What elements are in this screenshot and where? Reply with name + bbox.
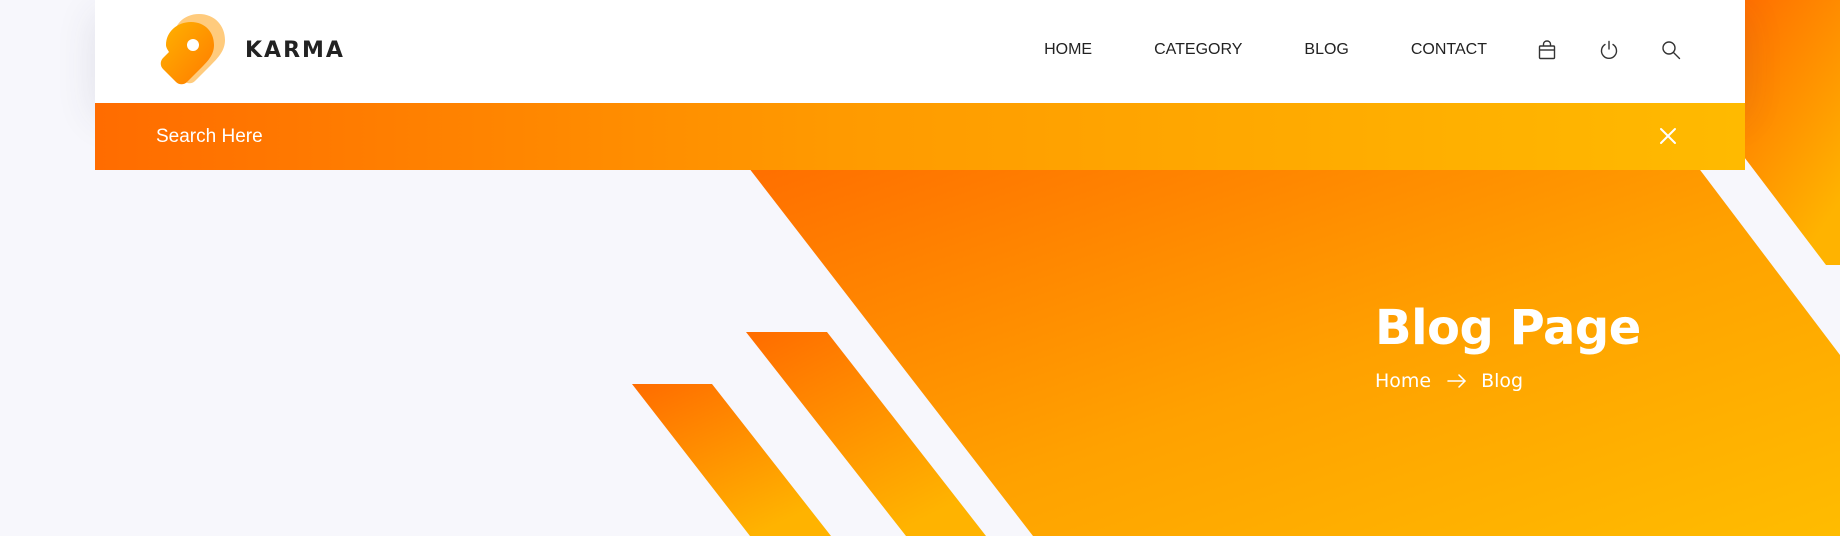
breadcrumb-current[interactable]: Blog [1481, 370, 1523, 392]
nav-item-home[interactable]: HOME [1044, 41, 1092, 59]
breadcrumb-home-link[interactable]: Home [1375, 370, 1431, 392]
location-tag-icon [160, 14, 225, 85]
banner-stripe-left [632, 384, 831, 536]
brand-logo[interactable]: KARMA [155, 12, 345, 88]
close-icon[interactable] [1659, 127, 1677, 145]
breadcrumb: Home Blog [1375, 370, 1641, 392]
shopping-bag-icon[interactable] [1535, 38, 1559, 62]
nav-item-category[interactable]: CATEGORY [1154, 41, 1242, 59]
banner-content: Blog Page Home Blog [1375, 292, 1641, 392]
brand-name: KARMA [245, 37, 345, 63]
page-title: Blog Page [1375, 300, 1641, 356]
nav-item-contact[interactable]: CONTACT [1411, 41, 1487, 59]
nav-item-blog[interactable]: BLOG [1304, 41, 1348, 59]
banner-right-stripe [1735, 0, 1840, 265]
search-bar [95, 103, 1745, 170]
power-icon[interactable] [1597, 38, 1621, 62]
arrow-right-icon [1447, 374, 1466, 388]
site-header: KARMA HOME CATEGORY BLOG CONTACT [95, 0, 1745, 103]
search-icon[interactable] [1659, 38, 1683, 62]
search-input[interactable] [156, 103, 1456, 170]
main-nav: HOME CATEGORY BLOG CONTACT [1044, 0, 1683, 100]
